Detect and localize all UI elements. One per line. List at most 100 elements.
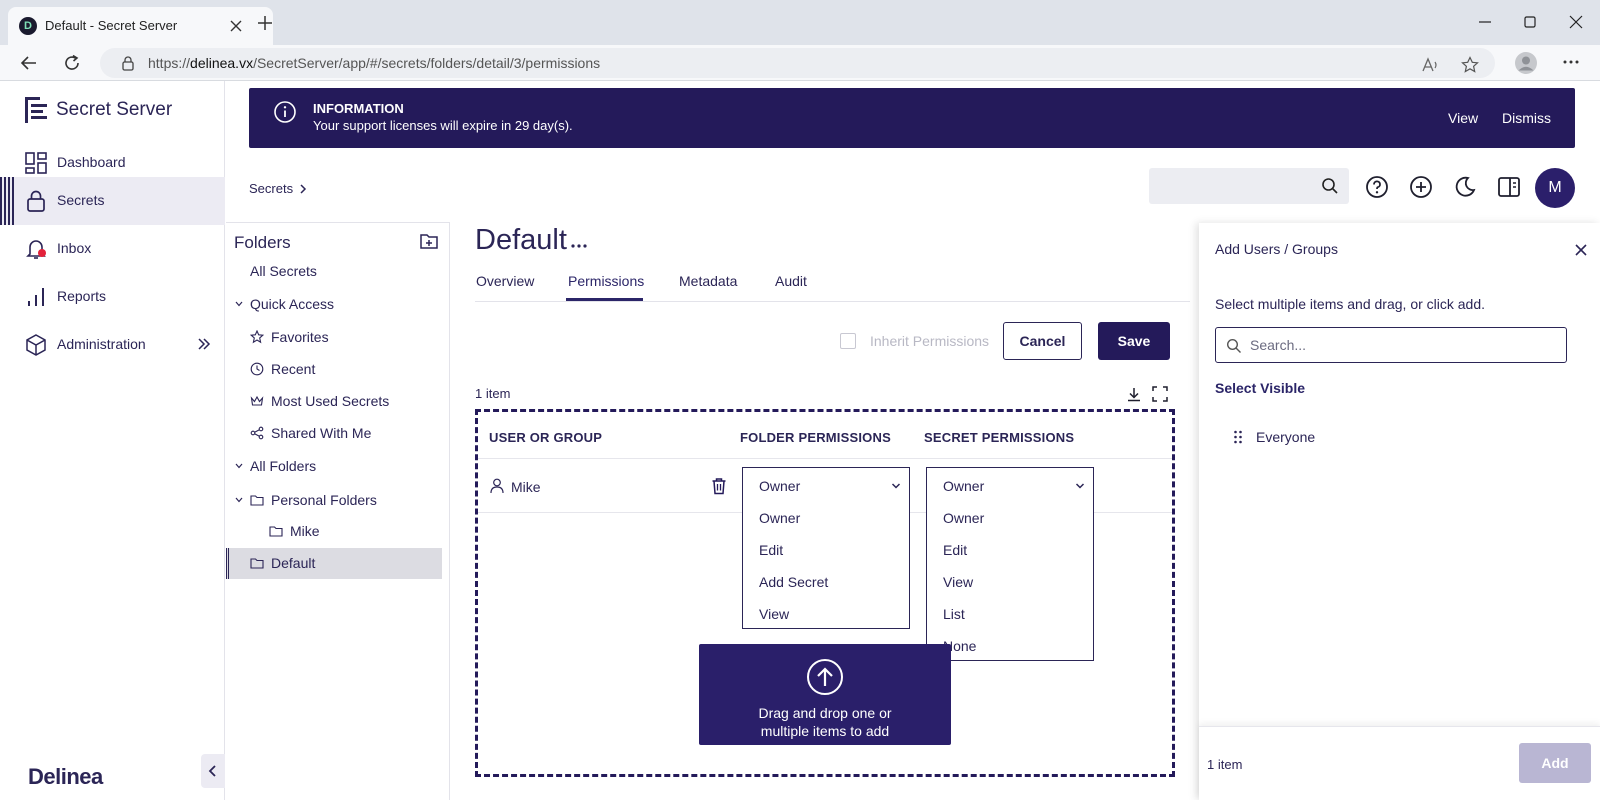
folder-row-recent[interactable]: Recent (226, 354, 442, 385)
search-icon (1226, 338, 1241, 353)
chevron-down-icon[interactable] (235, 462, 243, 470)
profile-icon[interactable] (1514, 51, 1538, 75)
banner-view-link[interactable]: View (1448, 110, 1478, 126)
users-search-input[interactable] (1250, 335, 1550, 355)
nav-label: Inbox (57, 240, 92, 256)
folder-permission-menu: Owner Edit Add Secret View (742, 501, 910, 629)
url-bar[interactable]: https://delinea.vx/SecretServer/app/#/se… (100, 48, 1495, 78)
tab-audit[interactable]: Audit (775, 273, 807, 289)
chevron-left-icon (208, 765, 216, 777)
clock-icon (250, 362, 264, 376)
browser-tab[interactable]: D Default - Secret Server (8, 7, 273, 45)
back-arrow-icon[interactable] (18, 52, 40, 74)
add-folder-icon[interactable] (419, 231, 439, 251)
folder-row-quick-access[interactable]: Quick Access (226, 289, 442, 320)
maximize-icon[interactable] (1519, 11, 1541, 33)
nav-item-administration[interactable]: Administration (0, 321, 225, 369)
double-chevron-right-icon[interactable] (196, 336, 212, 352)
folder-permission-select[interactable]: Owner (742, 467, 910, 503)
secret-option-view[interactable]: View (927, 566, 1093, 598)
folder-label: Most Used Secrets (271, 393, 390, 409)
reload-icon[interactable] (61, 52, 83, 74)
list-item-label: Everyone (1256, 429, 1316, 445)
secret-option-list[interactable]: List (927, 598, 1093, 630)
permission-user-name: Mike (511, 479, 541, 495)
chevron-down-icon (891, 483, 901, 489)
folder-label: Shared With Me (271, 425, 372, 441)
folder-row-all-folders[interactable]: All Folders (226, 451, 442, 482)
folder-row-favorites[interactable]: Favorites (226, 322, 442, 353)
user-icon (490, 478, 504, 494)
folder-option-view[interactable]: View (743, 598, 909, 630)
cube-icon (26, 334, 46, 356)
nav-label: Secrets (57, 192, 105, 208)
active-tab-indicator (566, 298, 643, 301)
folder-row-personal-folders[interactable]: Personal Folders (226, 485, 442, 516)
nav-item-reports[interactable]: Reports (0, 273, 225, 321)
info-banner: INFORMATION Your support licenses will e… (249, 88, 1575, 148)
users-search[interactable] (1215, 327, 1567, 363)
column-header-folder-permissions: FOLDER PERMISSIONS (740, 430, 891, 445)
add-button[interactable]: Add (1519, 743, 1591, 783)
minimize-icon[interactable] (1474, 11, 1496, 33)
folder-row-most-used[interactable]: Most Used Secrets (226, 386, 442, 417)
tab-overview[interactable]: Overview (476, 273, 534, 289)
padlock-icon[interactable] (120, 55, 136, 71)
breadcrumb[interactable]: Secrets (249, 181, 293, 196)
global-search-input[interactable] (1149, 168, 1349, 204)
user-avatar[interactable]: M (1535, 168, 1575, 208)
bell-icon (26, 240, 46, 259)
chevron-down-icon[interactable] (235, 496, 243, 504)
help-icon[interactable] (1365, 175, 1389, 199)
drag-handle-icon[interactable] (1233, 430, 1243, 444)
select-visible-link[interactable]: Select Visible (1215, 380, 1305, 396)
tab-metadata[interactable]: Metadata (679, 273, 737, 289)
panel-item-count: 1 item (1207, 757, 1243, 772)
new-tab-icon[interactable] (255, 13, 275, 33)
folder-icon (250, 558, 264, 569)
trash-icon[interactable] (711, 477, 727, 495)
secret-option-none[interactable]: None (927, 630, 1093, 662)
url-text: https://delinea.vx/SecretServer/app/#/se… (148, 55, 600, 71)
delinea-favicon-icon: D (19, 17, 37, 35)
fullscreen-icon[interactable] (1152, 386, 1168, 402)
cancel-button[interactable]: Cancel (1003, 322, 1082, 360)
list-item[interactable]: Everyone (1229, 427, 1529, 449)
folder-option-add-secret[interactable]: Add Secret (743, 566, 909, 598)
lock-icon (27, 190, 45, 212)
close-tab-icon[interactable] (226, 16, 246, 36)
secret-permission-select[interactable]: Owner (926, 467, 1094, 503)
folder-row-shared[interactable]: Shared With Me (226, 418, 442, 449)
page-title: Default (475, 224, 567, 256)
read-aloud-icon[interactable] (1420, 55, 1440, 75)
nav-item-inbox[interactable]: Inbox (0, 225, 225, 273)
more-menu-icon[interactable] (1561, 52, 1581, 72)
header-divider (478, 458, 1172, 459)
folder-option-edit[interactable]: Edit (743, 534, 909, 566)
tab-permissions[interactable]: Permissions (568, 273, 644, 289)
folder-label: Personal Folders (271, 492, 377, 508)
dark-mode-moon-icon[interactable] (1453, 175, 1477, 199)
folder-row-default[interactable]: Default (226, 548, 442, 579)
download-icon[interactable] (1126, 386, 1142, 402)
nav-item-secrets[interactable]: Secrets (0, 177, 225, 225)
close-window-icon[interactable] (1565, 11, 1587, 33)
add-users-groups-panel: Add Users / Groups Select multiple items… (1199, 223, 1600, 800)
secret-option-edit[interactable]: Edit (927, 534, 1093, 566)
inherit-permissions-checkbox[interactable] (840, 333, 856, 349)
favorite-star-icon[interactable] (1460, 55, 1480, 75)
folder-row-all-secrets[interactable]: All Secrets (226, 256, 442, 287)
chevron-down-icon[interactable] (235, 300, 243, 308)
save-button[interactable]: Save (1098, 322, 1170, 360)
collapse-sidebar-button[interactable] (201, 754, 225, 788)
secret-option-owner[interactable]: Owner (927, 502, 1093, 534)
drag-drop-text: Drag and drop one or multiple items to a… (699, 704, 951, 740)
folder-row-mike[interactable]: Mike (226, 516, 442, 547)
more-options-icon[interactable] (570, 237, 588, 255)
close-icon[interactable] (1574, 243, 1588, 257)
folder-option-owner[interactable]: Owner (743, 502, 909, 534)
delinea-logo: Delinea (28, 764, 103, 789)
split-panel-icon[interactable] (1497, 175, 1521, 199)
banner-dismiss-link[interactable]: Dismiss (1502, 110, 1551, 126)
add-circle-icon[interactable] (1409, 175, 1433, 199)
